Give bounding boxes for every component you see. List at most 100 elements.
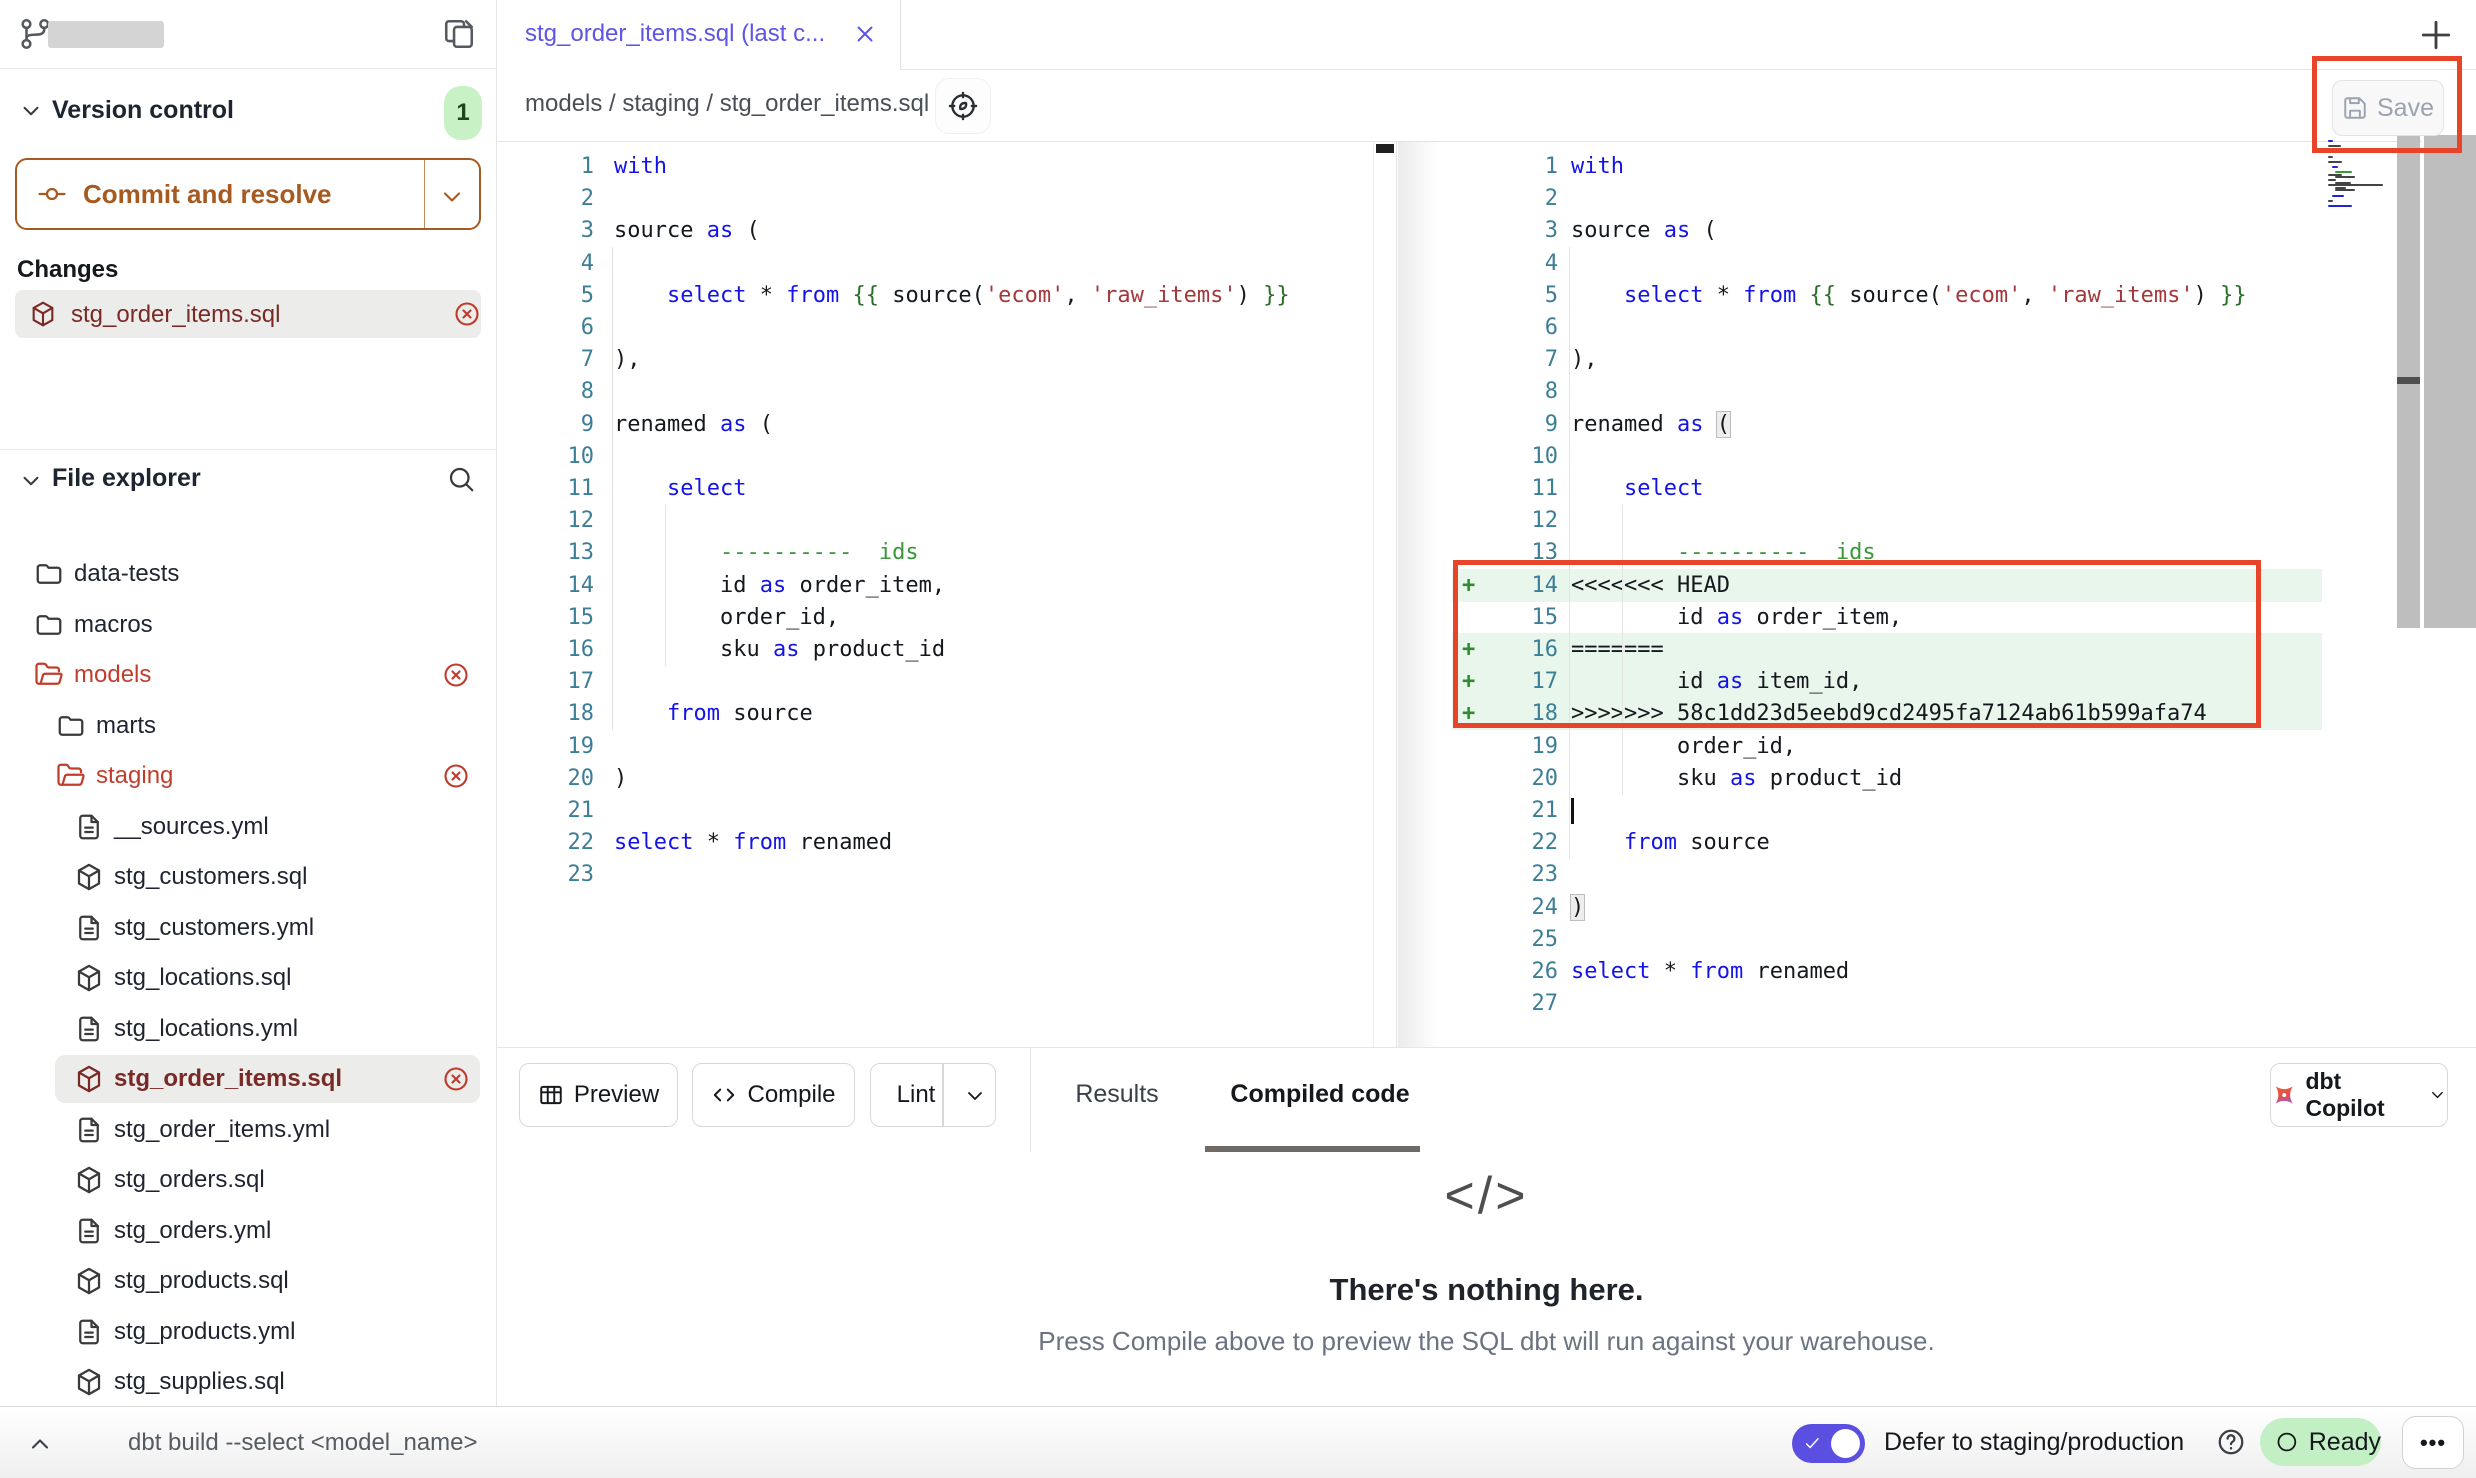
code-line-8[interactable]: 8 [497,375,1373,408]
tree-item-stg_locations.sql[interactable]: stg_locations.sql [0,954,496,1004]
expand-command-bar-icon[interactable] [26,1430,54,1458]
code-line-13[interactable]: 13 ---------- ids [497,536,1373,569]
tree-item-stg_orders.yml[interactable]: stg_orders.yml [0,1207,496,1257]
code-line-24[interactable]: 24) [1452,891,2396,924]
code-line-10[interactable]: 10 [497,440,1373,473]
lineage-button[interactable] [935,78,991,134]
code-line-23[interactable]: 23 [1452,858,2396,891]
code-line-21[interactable]: 21 [497,794,1373,827]
code-line-8[interactable]: 8 [1452,375,2396,408]
tab-results[interactable]: Results [1057,1080,1177,1109]
lint-dropdown-chevron-icon[interactable] [963,1084,987,1108]
code-line-9[interactable]: 9renamed as ( [1452,408,2396,441]
code-line-22[interactable]: 22select * from renamed [497,826,1373,859]
defer-toggle[interactable] [1792,1424,1865,1463]
tree-item-stg_locations.yml[interactable]: stg_locations.yml [0,1005,496,1055]
tree-item-marts[interactable]: marts [0,702,496,752]
code-line-14[interactable]: 14 id as order_item, [497,569,1373,602]
code-line-6[interactable]: 6 [1452,311,2396,344]
code-line-25[interactable]: 25 [1452,923,2396,956]
save-button[interactable]: Save [2332,80,2444,136]
code-line-1[interactable]: 1with [1452,150,2396,183]
code-line-7[interactable]: 7), [497,343,1373,376]
code-line-27[interactable]: 27 [1452,987,2396,1020]
code-line-21[interactable]: 21 [1452,794,2396,827]
tree-item-stg_products.yml[interactable]: stg_products.yml [0,1308,496,1358]
tab-close-icon[interactable] [852,21,878,47]
code-line-5[interactable]: 5 select * from {{ source('ecom', 'raw_i… [1452,279,2396,312]
code-line-14[interactable]: +14<<<<<<< HEAD [1452,569,2322,602]
code-line-23[interactable]: 23 [497,858,1373,891]
more-options-button[interactable]: ••• [2402,1416,2464,1469]
code-line-10[interactable]: 10 [1452,440,2396,473]
code-line-2[interactable]: 2 [1452,182,2396,215]
help-icon[interactable] [2216,1427,2246,1457]
tree-item-stg_orders.sql[interactable]: stg_orders.sql [0,1156,496,1206]
left-editor-scrollbar[interactable] [1373,142,1397,1047]
tree-item-stg_customers.sql[interactable]: stg_customers.sql [0,853,496,903]
tree-item-stg_products.sql[interactable]: stg_products.sql [0,1257,496,1307]
chevron-down-icon[interactable] [18,98,44,124]
breadcrumb[interactable]: models / staging / stg_order_items.sql [525,90,929,118]
tree-item-macros[interactable]: macros [0,601,496,651]
tab-stg-order-items[interactable]: stg_order_items.sql (last c... [497,0,901,70]
status-badge[interactable]: Ready [2260,1418,2381,1466]
commit-dropdown-chevron-icon[interactable] [438,183,466,211]
code-line-1[interactable]: 1with [497,150,1373,183]
editor-pane-modified[interactable]: 1with23source as (45 select * from {{ so… [1452,142,2396,1047]
copy-icon[interactable] [442,17,476,51]
tree-item-data-tests[interactable]: data-tests [0,550,496,600]
code-line-18[interactable]: 18 from source [497,697,1373,730]
discard-change-icon[interactable] [453,300,481,328]
discard-change-icon[interactable] [442,661,470,689]
tab-compiled-code[interactable]: Compiled code [1205,1080,1435,1109]
code-line-12[interactable]: 12 [497,504,1373,537]
preview-button[interactable]: Preview [519,1063,678,1127]
discard-change-icon[interactable] [442,762,470,790]
chevron-down-icon[interactable] [18,468,44,494]
code-line-3[interactable]: 3source as ( [1452,214,2396,247]
tree-item-stg_order_items.sql[interactable]: stg_order_items.sql [0,1055,496,1105]
code-line-17[interactable]: 17 [497,665,1373,698]
command-input[interactable]: dbt build --select <model_name> [128,1429,478,1457]
code-line-13[interactable]: 13 ---------- ids [1452,536,2396,569]
search-icon[interactable] [446,464,476,494]
code-line-17[interactable]: +17 id as item_id, [1452,665,2322,698]
right-editor-scrollbar-thumb[interactable] [2397,377,2420,384]
tree-item-__sources.yml[interactable]: __sources.yml [0,803,496,853]
lint-button[interactable]: Lint [870,1063,996,1127]
tree-item-stg_order_items.yml[interactable]: stg_order_items.yml [0,1106,496,1156]
tree-item-stg_supplies.sql[interactable]: stg_supplies.sql [0,1358,496,1406]
window-scrollbar[interactable] [2422,135,2476,628]
code-line-16[interactable]: 16 sku as product_id [497,633,1373,666]
code-line-3[interactable]: 3source as ( [497,214,1373,247]
code-line-6[interactable]: 6 [497,311,1373,344]
code-line-4[interactable]: 4 [1452,247,2396,280]
changed-file-row[interactable]: stg_order_items.sql [15,290,481,338]
dbt-copilot-button[interactable]: dbt Copilot [2270,1063,2448,1127]
code-line-7[interactable]: 7), [1452,343,2396,376]
code-line-2[interactable]: 2 [497,182,1373,215]
code-line-9[interactable]: 9renamed as ( [497,408,1373,441]
tree-item-staging[interactable]: staging [0,752,496,802]
code-line-16[interactable]: +16======= [1452,633,2322,666]
commit-and-resolve-button[interactable]: Commit and resolve [15,158,481,230]
code-line-22[interactable]: 22 from source [1452,826,2396,859]
code-line-20[interactable]: 20 sku as product_id [1452,762,2396,795]
code-line-5[interactable]: 5 select * from {{ source('ecom', 'raw_i… [497,279,1373,312]
left-editor-scrollbar-thumb[interactable] [1376,144,1394,153]
code-line-15[interactable]: 15 order_id, [497,601,1373,634]
discard-change-icon[interactable] [442,1065,470,1093]
code-line-12[interactable]: 12 [1452,504,2396,537]
new-tab-button[interactable] [2417,16,2455,54]
code-line-26[interactable]: 26select * from renamed [1452,955,2396,988]
code-line-11[interactable]: 11 select [1452,472,2396,505]
compile-button[interactable]: Compile [692,1063,855,1127]
code-line-18[interactable]: +18>>>>>>> 58c1dd23d5eebd9cd2495fa7124ab… [1452,697,2322,730]
code-line-19[interactable]: 19 [497,730,1373,763]
code-line-19[interactable]: 19 order_id, [1452,730,2396,763]
code-line-15[interactable]: 15 id as order_item, [1452,601,2396,634]
tree-item-models[interactable]: models [0,651,496,701]
editor-pane-original[interactable]: 1with23source as (45 select * from {{ so… [497,142,1373,1047]
tree-item-stg_customers.yml[interactable]: stg_customers.yml [0,904,496,954]
